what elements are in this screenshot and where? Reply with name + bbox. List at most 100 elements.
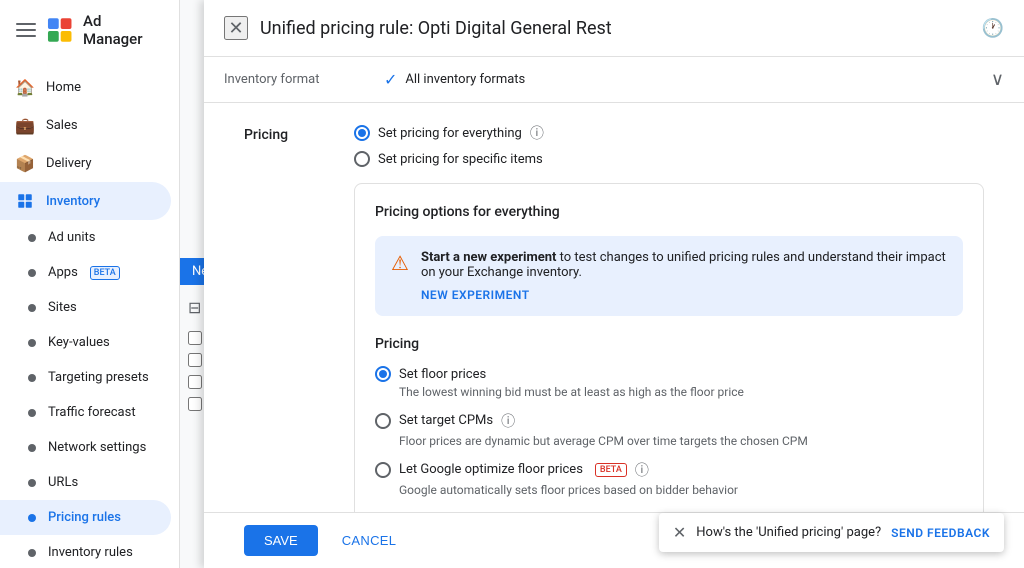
inventory-icon <box>16 192 34 210</box>
save-button[interactable]: SAVE <box>244 525 318 556</box>
set-pricing-specific-option[interactable]: Set pricing for specific items <box>354 151 984 167</box>
inner-pricing-label: Pricing <box>375 336 963 352</box>
modal-dialog: ✕ Unified pricing rule: Opti Digital Gen… <box>204 0 1024 568</box>
sidebar-item-label: Sites <box>48 300 77 315</box>
dot-icon <box>28 549 36 557</box>
warning-icon: ⚠ <box>391 251 409 302</box>
app-name: Ad Manager <box>83 12 163 48</box>
sidebar-item-label: Network settings <box>48 440 146 455</box>
help-icon[interactable]: ⓘ <box>530 123 544 143</box>
help-icon-cpms[interactable]: ⓘ <box>501 411 515 431</box>
floor-prices-desc: The lowest winning bid must be at least … <box>399 384 963 401</box>
floor-prices-option: Set floor prices The lowest winning bid … <box>375 366 963 401</box>
google-optimize-label: Let Google optimize floor prices <box>399 462 583 477</box>
dot-icon <box>28 444 36 452</box>
dot-icon <box>28 339 36 347</box>
feedback-toast-text: How's the 'Unified pricing' page? <box>696 525 881 540</box>
sidebar-item-label: Apps <box>48 265 78 280</box>
check-icon: ✓ <box>384 70 397 89</box>
inventory-format-row: Inventory format ✓ All inventory formats… <box>204 57 1024 103</box>
toast-close-button[interactable]: ✕ <box>673 523 686 542</box>
dot-icon <box>28 234 36 242</box>
sidebar-item-sales[interactable]: 💼 Sales <box>0 106 171 144</box>
feedback-toast: ✕ How's the 'Unified pricing' page? SEND… <box>659 513 1004 552</box>
hamburger-icon[interactable] <box>16 23 36 37</box>
radio-set-everything[interactable] <box>354 125 370 141</box>
row-checkbox[interactable] <box>188 375 202 389</box>
set-pricing-everything-label: Set pricing for everything <box>378 126 522 141</box>
experiment-text-content: Start a new experiment to test changes t… <box>421 250 946 280</box>
dot-icon <box>28 374 36 382</box>
experiment-bold-text: Start a new experiment <box>421 250 556 265</box>
google-optimize-desc: Google automatically sets floor prices b… <box>399 482 963 499</box>
inventory-format-text: All inventory formats <box>405 72 525 87</box>
modal-body: Inventory format ✓ All inventory formats… <box>204 57 1024 512</box>
sales-icon: 💼 <box>16 116 34 134</box>
set-pricing-specific-label: Set pricing for specific items <box>378 152 543 167</box>
floor-prices-row[interactable]: Set floor prices <box>375 366 963 382</box>
sidebar-item-label: Pricing rules <box>48 510 121 525</box>
filter-icon[interactable]: ⊟ <box>188 298 202 317</box>
sidebar-item-targeting-presets[interactable]: Targeting presets <box>0 360 171 395</box>
sidebar-item-label: Targeting presets <box>48 370 149 385</box>
beta-tag: BETA <box>595 463 627 477</box>
modal-close-button[interactable]: ✕ <box>224 16 248 40</box>
target-cpms-row[interactable]: Set target CPMs ⓘ <box>375 411 963 431</box>
experiment-banner: ⚠ Start a new experiment to test changes… <box>375 236 963 316</box>
radio-floor-prices[interactable] <box>375 366 391 382</box>
sidebar-item-label: Traffic forecast <box>48 405 136 420</box>
sidebar-item-traffic-forecast[interactable]: Traffic forecast <box>0 395 171 430</box>
sidebar-item-urls[interactable]: URLs <box>0 465 171 500</box>
sidebar-item-pricing-rules[interactable]: Pricing rules <box>0 500 171 535</box>
row-checkbox[interactable] <box>188 397 202 411</box>
beta-badge: BETA <box>90 266 120 280</box>
modal-header: ✕ Unified pricing rule: Opti Digital Gen… <box>204 0 1024 57</box>
sidebar-item-apps[interactable]: Apps BETA <box>0 255 171 290</box>
sidebar-item-network-settings[interactable]: Network settings <box>0 430 171 465</box>
sidebar-item-home[interactable]: 🏠 Home <box>0 68 171 106</box>
dot-icon <box>28 269 36 277</box>
new-experiment-link[interactable]: NEW EXPERIMENT <box>421 288 947 302</box>
sidebar-item-sites[interactable]: Sites <box>0 290 171 325</box>
sidebar-item-label: Sales <box>46 118 78 133</box>
sidebar-item-inventory-rules[interactable]: Inventory rules <box>0 535 171 568</box>
target-cpms-label: Set target CPMs <box>399 413 493 428</box>
radio-set-specific[interactable] <box>354 151 370 167</box>
sidebar-item-inventory[interactable]: Inventory <box>0 182 171 220</box>
radio-target-cpms[interactable] <box>375 413 391 429</box>
chevron-down-icon[interactable]: ∨ <box>991 69 1004 90</box>
dot-icon <box>28 304 36 312</box>
sidebar-item-ad-units[interactable]: Ad units <box>0 220 171 255</box>
pricing-options-box: Pricing options for everything ⚠ Start a… <box>354 183 984 512</box>
experiment-text: Start a new experiment to test changes t… <box>421 250 947 302</box>
pricing-section: Pricing Set pricing for everything ⓘ Set… <box>204 103 1024 512</box>
row-checkbox[interactable] <box>188 353 202 367</box>
sidebar-item-key-values[interactable]: Key-values <box>0 325 171 360</box>
home-icon: 🏠 <box>16 78 34 96</box>
sidebar: Ad Manager 🏠 Home 💼 Sales 📦 Delivery Inv… <box>0 0 180 568</box>
pricing-label: Pricing <box>244 123 324 512</box>
send-feedback-button[interactable]: SEND FEEDBACK <box>891 526 990 540</box>
modal-history-button[interactable]: 🕐 <box>982 18 1004 39</box>
sidebar-header: Ad Manager <box>0 0 179 60</box>
target-cpms-option: Set target CPMs ⓘ Floor prices are dynam… <box>375 411 963 450</box>
row-checkbox[interactable] <box>188 331 202 345</box>
sidebar-item-label: Inventory <box>46 194 100 209</box>
floor-prices-label: Set floor prices <box>399 367 486 382</box>
inventory-format-label: Inventory format <box>224 72 364 87</box>
sidebar-item-label: Home <box>46 80 81 95</box>
google-optimize-row[interactable]: Let Google optimize floor prices BETA ⓘ <box>375 460 963 480</box>
delivery-icon: 📦 <box>16 154 34 172</box>
radio-google-optimize[interactable] <box>375 462 391 478</box>
sidebar-item-label: URLs <box>48 475 78 490</box>
sidebar-item-delivery[interactable]: 📦 Delivery <box>0 144 171 182</box>
sidebar-item-label: Delivery <box>46 156 92 171</box>
cancel-button[interactable]: CANCEL <box>330 525 409 556</box>
sidebar-nav: 🏠 Home 💼 Sales 📦 Delivery Inventory Ad u… <box>0 60 179 568</box>
main-area: Ne ⊟ ✕ Unified pricing rule: Opti Digita… <box>180 0 1024 568</box>
brand-logo <box>46 16 73 44</box>
help-icon-optimize[interactable]: ⓘ <box>635 460 649 480</box>
sidebar-item-label: Inventory rules <box>48 545 133 560</box>
set-pricing-everything-option[interactable]: Set pricing for everything ⓘ <box>354 123 984 143</box>
dot-icon <box>28 514 36 522</box>
